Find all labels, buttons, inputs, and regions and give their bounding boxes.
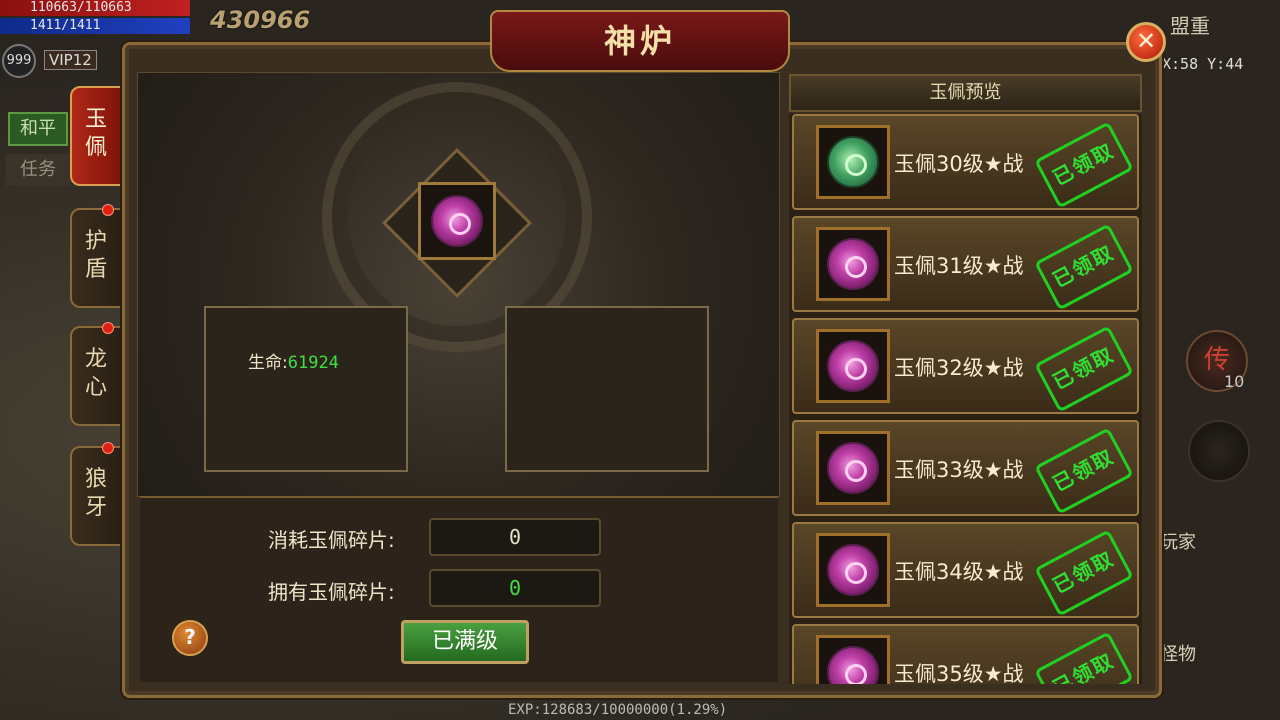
level-badge: 999 [2, 44, 36, 78]
vip-badge[interactable]: VIP12 [44, 50, 97, 70]
peace-mode-button[interactable]: 和平 [8, 112, 68, 146]
item-name: 玉佩34级★战 [894, 560, 1024, 584]
item-name: 玉佩33级★战 [894, 458, 1024, 482]
item-name: 玉佩30级★战 [894, 152, 1024, 176]
mp-text: 1411/1411 [30, 18, 101, 33]
preview-card: 玉佩30级★战 已领取 [792, 114, 1139, 210]
preview-list[interactable]: 玉佩30级★战 已领取 玉佩31级★战 已领取 玉佩32级★战 已领取 玉佩33… [789, 114, 1142, 684]
hp-bar: 110663/110663 [0, 0, 190, 16]
jade-pendant-icon [827, 340, 879, 392]
item-slot[interactable] [816, 431, 890, 505]
item-slot[interactable] [816, 635, 890, 684]
panel-title: 神炉 [490, 10, 790, 72]
teleport-count: 10 [1224, 372, 1245, 391]
tab-dragon-heart[interactable]: 龙心 [70, 322, 122, 426]
claimed-stamp: 已领取 [1034, 223, 1134, 311]
exp-readout: EXP:128683/10000000(1.29%) [508, 702, 728, 718]
tab-jade-label: 玉佩 [84, 107, 107, 160]
owned-value: 0 [429, 569, 601, 607]
current-stats-box: 生命:61924 [204, 306, 408, 472]
tab-jade[interactable]: 玉佩 [70, 86, 122, 186]
stat-value: 61924 [287, 353, 339, 373]
tab-wolf-fang-label: 狼牙 [84, 467, 107, 520]
help-button[interactable]: ? [172, 620, 208, 656]
preview-card: 玉佩34级★战 已领取 [792, 522, 1139, 618]
tab-shield-label: 护盾 [84, 229, 107, 282]
item-slot[interactable] [816, 227, 890, 301]
notification-dot-icon [102, 442, 114, 454]
item-slot[interactable] [816, 329, 890, 403]
preview-header: 玉佩预览 [789, 74, 1142, 112]
owned-label: 拥有玉佩碎片: [268, 580, 395, 604]
notification-dot-icon [102, 204, 114, 216]
skill-slot[interactable] [1188, 420, 1250, 482]
preview-card: 玉佩33级★战 已领取 [792, 420, 1139, 516]
claimed-stamp: 已领取 [1034, 121, 1134, 209]
jade-pendant-icon [827, 238, 879, 290]
cost-value: 0 [429, 518, 601, 556]
claimed-stamp: 已领取 [1034, 529, 1134, 617]
item-name: 玉佩31级★战 [894, 254, 1024, 278]
next-stats-box [505, 306, 709, 472]
item-slot[interactable] [816, 533, 890, 607]
combat-score: 430966 [210, 6, 311, 34]
jade-pendant-icon [827, 646, 879, 684]
tab-wolf-fang[interactable]: 狼牙 [70, 442, 122, 546]
jade-pendant-icon [827, 136, 879, 188]
cost-label: 消耗玉佩碎片: [268, 528, 395, 552]
current-jade-slot[interactable] [418, 182, 496, 260]
jade-pendant-icon [431, 195, 483, 247]
mp-bar: 1411/1411 [0, 18, 190, 34]
stat-line: 生命:61924 [248, 348, 339, 373]
tab-dragon-heart-label: 龙心 [84, 347, 107, 400]
coordinates: X:58 Y:44 [1162, 55, 1244, 73]
max-level-button[interactable]: 已满级 [401, 620, 529, 664]
stat-label: 生命: [248, 353, 288, 373]
item-name: 玉佩35级★战 [894, 662, 1024, 684]
item-name: 玉佩32级★战 [894, 356, 1024, 380]
jade-pendant-icon [827, 442, 879, 494]
player-tab[interactable]: 玩家 [1160, 528, 1196, 554]
close-button[interactable]: ✕ [1126, 22, 1166, 62]
task-button[interactable]: 任务 [6, 154, 70, 186]
preview-card: 玉佩35级★战 已领取 [792, 624, 1139, 684]
preview-card: 玉佩31级★战 已领取 [792, 216, 1139, 312]
monster-tab[interactable]: 怪物 [1160, 640, 1196, 666]
item-slot[interactable] [816, 125, 890, 199]
jade-pendant-icon [827, 544, 879, 596]
hp-text: 110663/110663 [30, 0, 132, 15]
notification-dot-icon [102, 322, 114, 334]
map-name: 盟重 [1170, 14, 1210, 38]
claimed-stamp: 已领取 [1034, 325, 1134, 413]
tab-shield[interactable]: 护盾 [70, 204, 122, 308]
preview-card: 玉佩32级★战 已领取 [792, 318, 1139, 414]
claimed-stamp: 已领取 [1034, 427, 1134, 515]
claimed-stamp: 已领取 [1034, 631, 1134, 684]
